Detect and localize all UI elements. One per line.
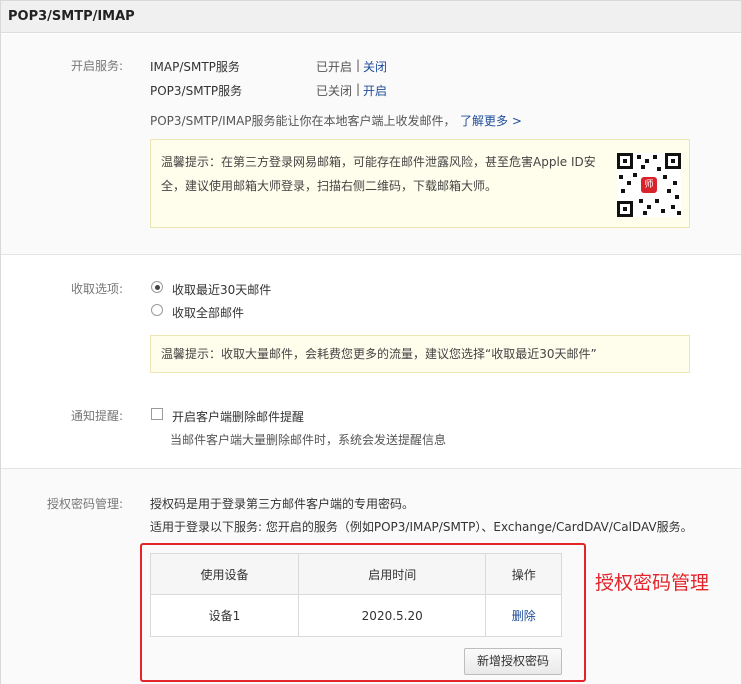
security-tip-box: 温馨提示：在第三方登录网易邮箱，可能存在邮件泄露风险，甚至危害Apple ID安…	[150, 139, 690, 228]
delete-reminder-checkbox[interactable]	[151, 408, 163, 420]
security-tip-line2: 全，建议使用邮箱大师登录，扫描右侧二维码，下载邮箱大师。	[161, 179, 498, 193]
auth-password-label: 授权密码管理:	[46, 497, 123, 511]
pop3-separator: |	[356, 82, 361, 96]
mail-master-logo-icon: 师	[641, 177, 657, 193]
radio-recent-30-days-label[interactable]: 收取最近30天邮件	[172, 281, 271, 298]
radio-all-mail[interactable]	[151, 304, 163, 316]
imap-service-status: 已开启	[316, 60, 353, 74]
security-tip-line1: 温馨提示：在第三方登录网易邮箱，可能存在邮件泄露风险，甚至危害Apple ID安	[161, 155, 596, 169]
services-description: POP3/SMTP/IMAP服务能让你在本地客户端上收发邮件，	[150, 114, 456, 128]
delete-reminder-description: 当邮件客户端大量删除邮件时，系统会发送提醒信息	[170, 433, 447, 447]
traffic-tip-box: 温馨提示：收取大量邮件，会耗费您更多的流量，建议您选择“收取最近30天邮件”	[150, 335, 690, 373]
services-label: 开启服务:	[70, 59, 123, 73]
pop3-open-link[interactable]: 开启	[363, 82, 387, 99]
imap-separator: |	[356, 58, 361, 72]
title-bar: POP3/SMTP/IMAP	[1, 1, 741, 33]
delete-reminder-label[interactable]: 开启客户端删除邮件提醒	[172, 408, 304, 425]
pop3-service-name: POP3/SMTP服务	[150, 84, 243, 98]
pop3-service-status: 已关闭	[316, 84, 353, 98]
annotation-highlight-box	[140, 543, 586, 682]
settings-panel: POP3/SMTP/IMAP 开启服务: IMAP/SMTP服务 已开启 | 关…	[0, 0, 742, 684]
learn-more-link[interactable]: 了解更多 >	[460, 112, 522, 129]
radio-recent-30-days[interactable]	[151, 281, 163, 293]
auth-description-1: 授权码是用于登录第三方邮件客户端的专用密码。	[150, 497, 415, 511]
divider	[1, 254, 741, 255]
imap-service-name: IMAP/SMTP服务	[150, 60, 240, 74]
receive-options-label: 收取选项:	[70, 282, 123, 296]
qr-code-icon: 师	[617, 153, 681, 217]
imap-close-link[interactable]: 关闭	[363, 58, 387, 75]
page-title: POP3/SMTP/IMAP	[8, 9, 135, 24]
traffic-tip-text: 温馨提示：收取大量邮件，会耗费您更多的流量，建议您选择“收取最近30天邮件”	[161, 347, 597, 361]
radio-all-mail-label[interactable]: 收取全部邮件	[172, 304, 244, 321]
auth-description-2: 适用于登录以下服务: 您开启的服务（例如POP3/IMAP/SMTP）、Exch…	[150, 520, 693, 534]
notify-label: 通知提醒:	[70, 409, 123, 423]
annotation-label: 授权密码管理	[595, 572, 710, 594]
